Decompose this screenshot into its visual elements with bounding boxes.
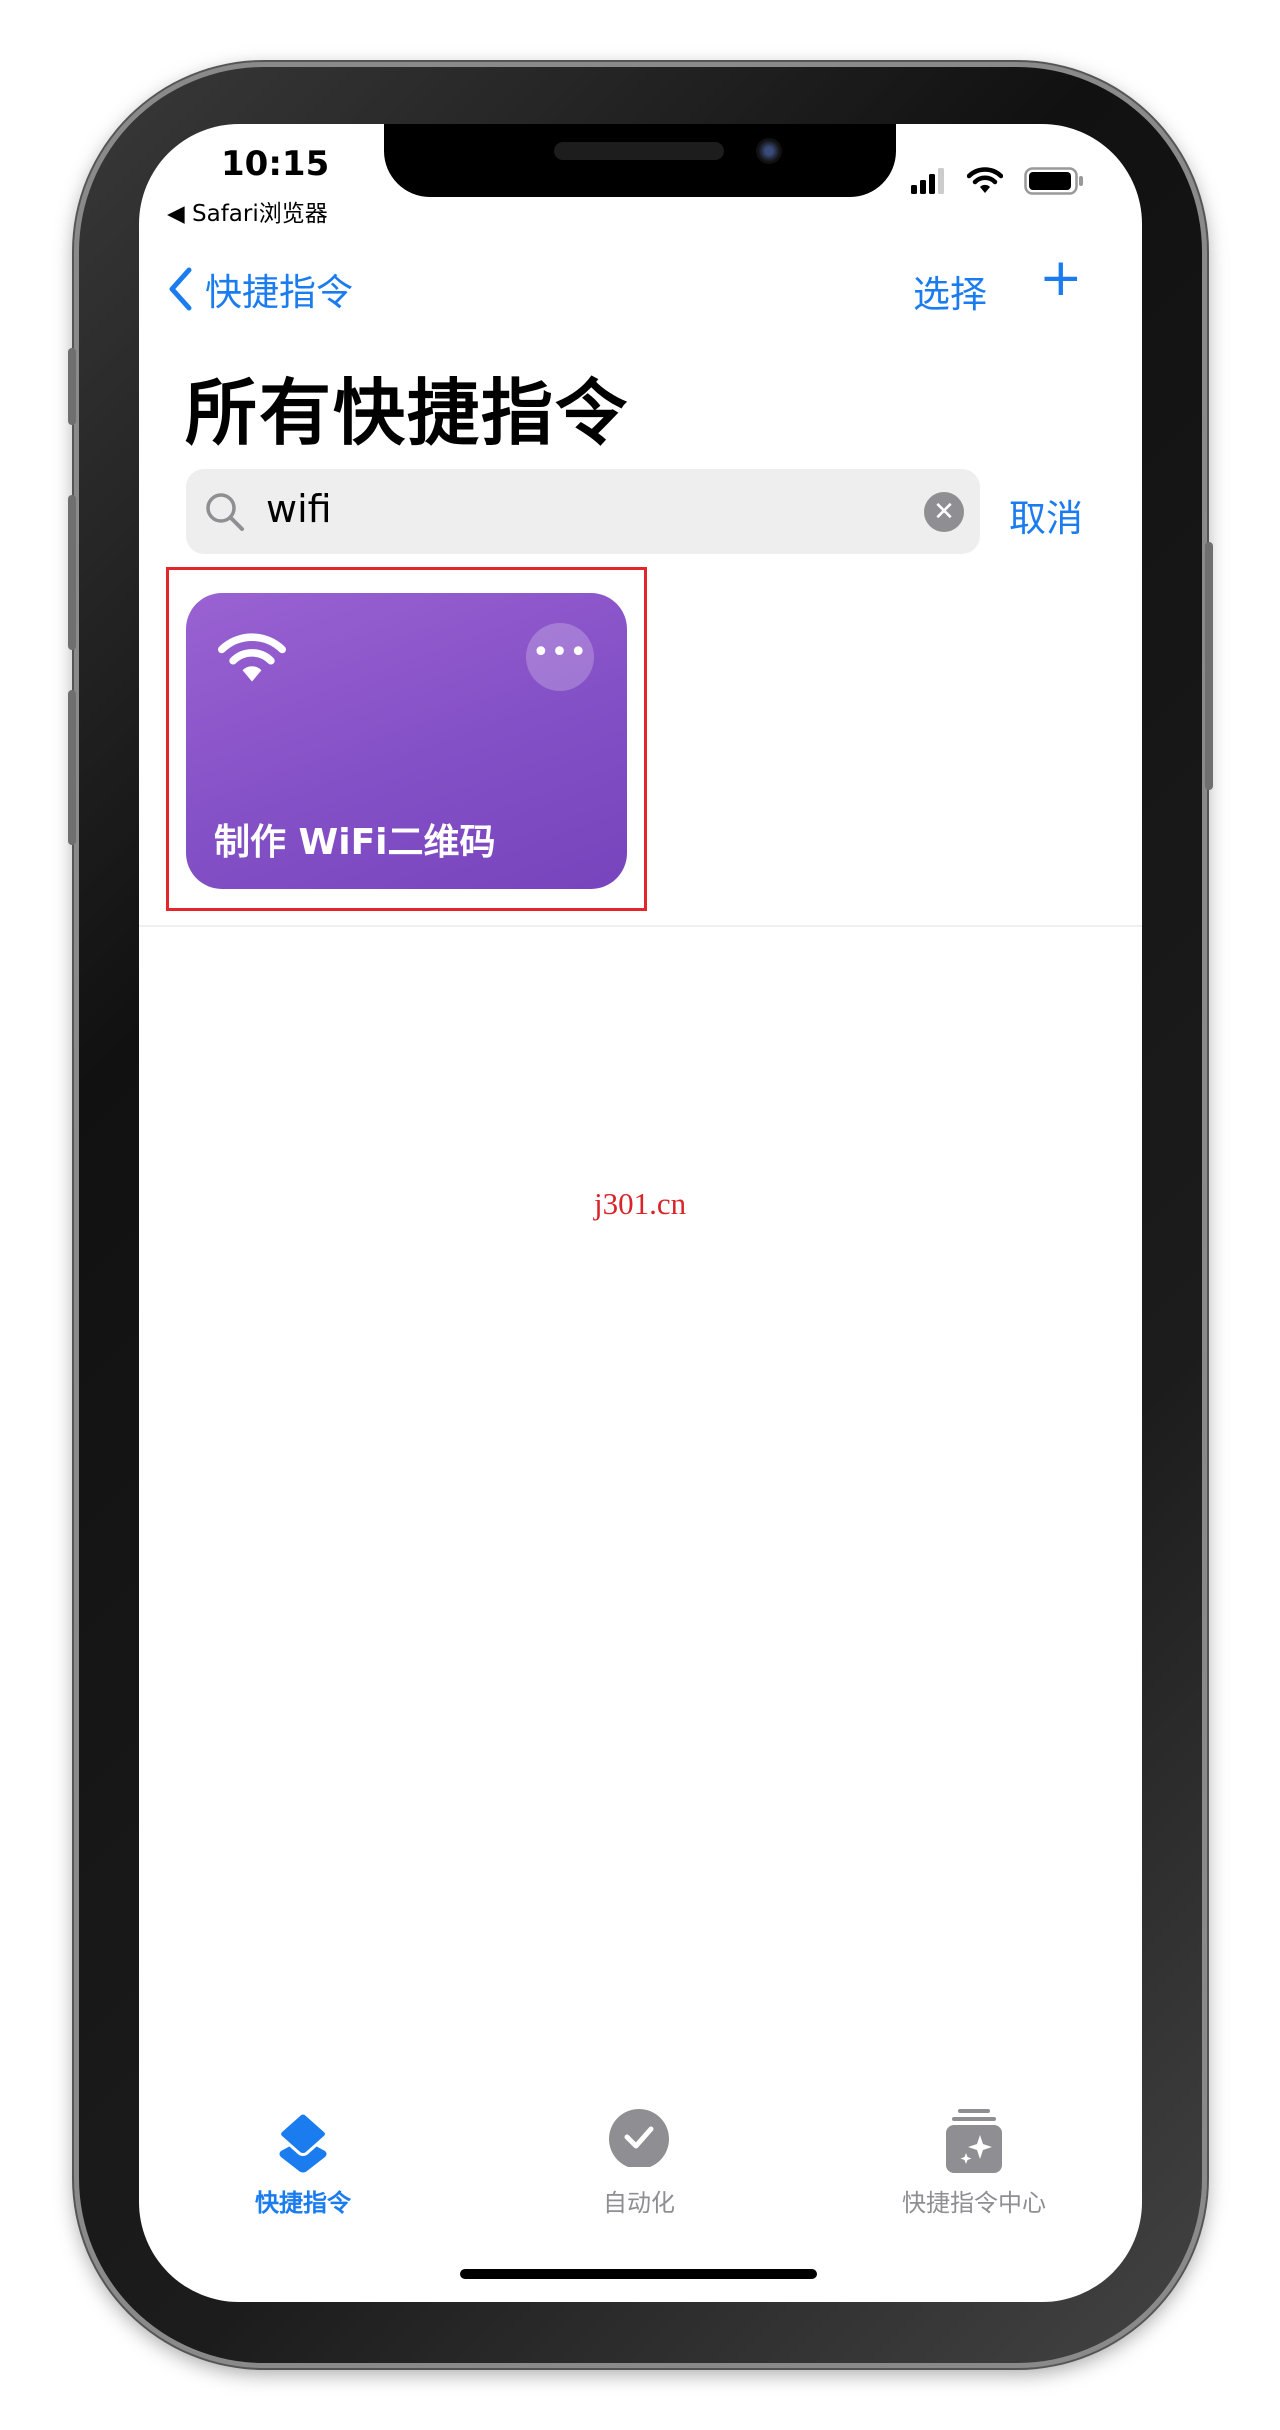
cancel-search-button[interactable]: 取消 xyxy=(1009,488,1083,542)
search-icon xyxy=(206,493,244,531)
more-options-button[interactable]: ••• xyxy=(526,623,594,691)
watermark: j301.cn xyxy=(594,1186,687,1221)
camera xyxy=(756,138,782,164)
search-value: wifi xyxy=(266,487,332,531)
gallery-sparkle-icon xyxy=(946,2109,1002,2173)
home-indicator[interactable] xyxy=(460,2269,817,2279)
add-shortcut-button[interactable]: + xyxy=(1039,252,1083,304)
tab-gallery[interactable]: 快捷指令中心 xyxy=(824,2109,1124,2218)
tab-label: 快捷指令中心 xyxy=(902,2189,1046,2217)
tab-label: 快捷指令 xyxy=(255,2189,351,2217)
screen: 10:15 ◀ Safari浏览器 快捷指令 选择 + 所有快捷指令 wifi … xyxy=(139,124,1142,2302)
signal-icon xyxy=(911,168,944,194)
volume-up-button xyxy=(68,495,76,650)
battery-icon xyxy=(1024,167,1083,195)
back-to-app-link[interactable]: ◀ Safari浏览器 xyxy=(167,194,328,228)
tab-shortcuts[interactable]: 快捷指令 xyxy=(153,2109,453,2218)
clear-search-button[interactable]: ✕ xyxy=(924,492,964,532)
select-button[interactable]: 选择 xyxy=(913,264,987,318)
wifi-icon xyxy=(218,633,286,682)
tab-label: 自动化 xyxy=(603,2189,675,2217)
page-title: 所有快捷指令 xyxy=(185,371,630,455)
tab-automation[interactable]: 自动化 xyxy=(489,2109,789,2218)
back-label: 快捷指令 xyxy=(205,271,353,314)
chevron-left-icon xyxy=(169,267,192,311)
notch xyxy=(384,124,896,197)
power-button xyxy=(1205,542,1213,790)
mute-switch xyxy=(68,348,76,425)
shortcut-label: 制作 WiFi二维码 xyxy=(214,822,496,863)
volume-down-button xyxy=(68,690,76,845)
search-input[interactable]: wifi ✕ xyxy=(186,469,980,554)
shortcut-card-wifi-qr[interactable]: ••• 制作 WiFi二维码 xyxy=(186,593,627,889)
speaker xyxy=(554,142,724,160)
ellipsis-icon: ••• xyxy=(531,635,589,670)
layers-icon xyxy=(278,2111,328,2173)
status-time: 10:15 xyxy=(221,144,330,184)
clock-check-icon xyxy=(609,2109,669,2173)
back-button[interactable]: 快捷指令 xyxy=(167,262,353,316)
divider xyxy=(139,925,1142,927)
wifi-icon xyxy=(967,167,1003,193)
close-icon: ✕ xyxy=(933,497,955,527)
